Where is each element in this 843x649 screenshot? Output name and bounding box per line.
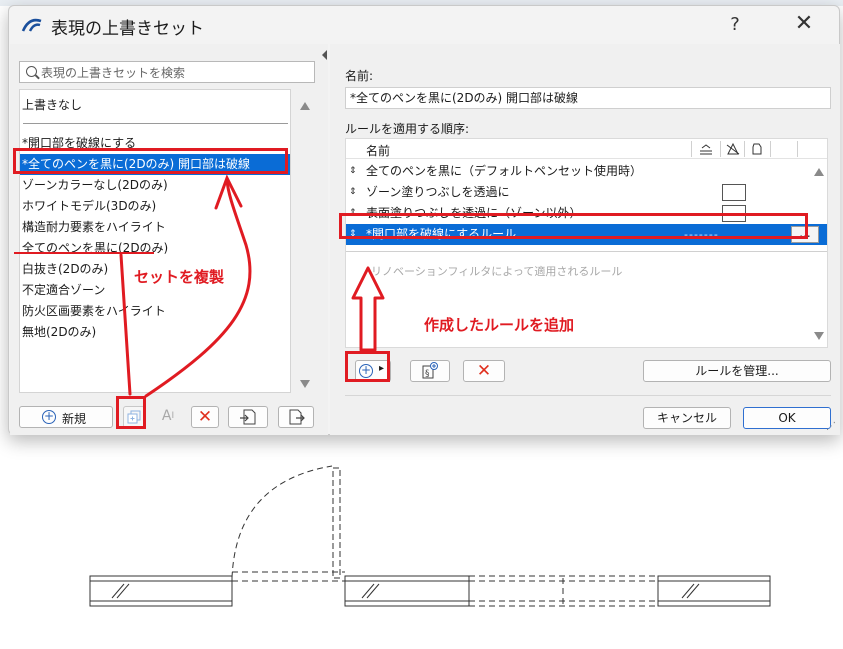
annotation-highlight-selected-set [13,148,288,174]
annotation-underline [14,252,154,254]
floor-plan-drawing [89,465,771,607]
annotation-highlight-selected-rule [339,213,808,239]
annotation-highlight-duplicate [116,396,146,429]
annotation-highlight-add-rule [345,351,390,382]
door-leaf [332,467,341,579]
annotation-add-rule-text: 作成したルールを追加 [424,316,575,334]
annotation-duplicate-text: セットを複製 [134,268,225,286]
door-swing-arc [231,465,333,579]
